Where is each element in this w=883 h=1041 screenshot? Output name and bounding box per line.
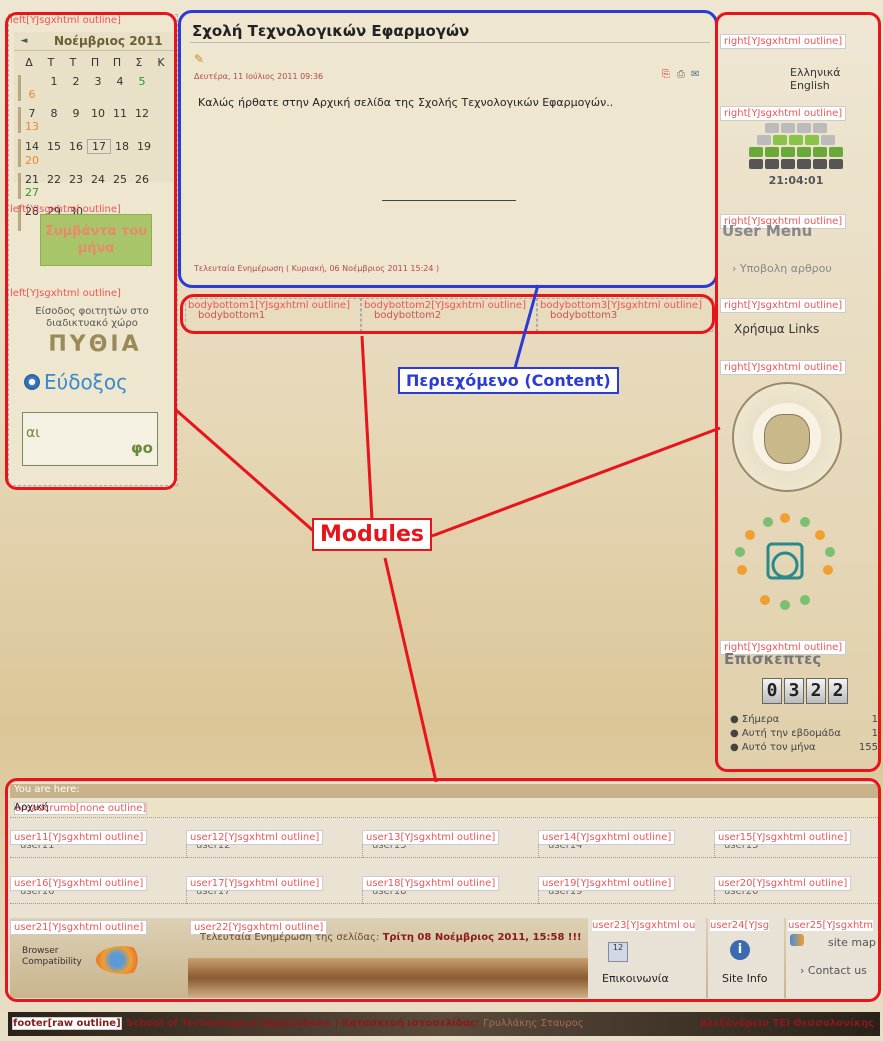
footer-author[interactable]: Γρυλλάκης Σταυρος [483,1018,583,1029]
footer-text-left: School of Technological Applications | Κ… [126,1018,584,1029]
bottom-modules-highlight [5,778,881,1002]
footer-bar: footer[raw outline] School of Technologi… [8,1012,880,1036]
footer-text-right: Αλεξάνδρειο ΤΕΙ Θεσσαλονίκης [699,1018,875,1029]
modules-annotation: Modules [312,518,432,551]
footer-outline: footer[raw outline] [12,1017,122,1030]
content-annotation: Περιεχόμενο (Content) [398,367,619,394]
footer-text-left-label: School of Technological Applications | Κ… [126,1018,480,1029]
